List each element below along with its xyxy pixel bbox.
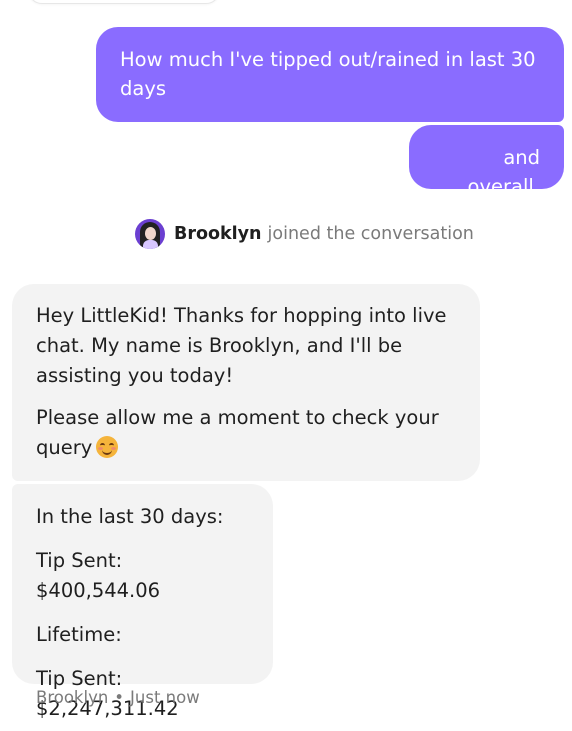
agent-message-paragraph: Please allow me a moment to check your q… [36, 403, 456, 463]
stats-line-lifetime-label: Lifetime: [36, 623, 122, 646]
meta-separator: • [114, 688, 125, 707]
message-meta: Brooklyn • Just now [36, 688, 200, 707]
user-message-bubble: How much I've tipped out/rained in last … [96, 27, 564, 122]
user-message-text: and overall. [467, 146, 540, 198]
smiling-face-emoji-icon [96, 436, 119, 458]
joined-text: joined the conversation [267, 224, 474, 244]
stats-line-period: In the last 30 days: [36, 505, 224, 528]
agent-message-bubble: In the last 30 days: Tip Sent: $400,544.… [12, 484, 273, 720]
agent-message-bubble: Hey LittleKid! Thanks for hopping into l… [12, 284, 480, 481]
agent-avatar [135, 219, 165, 249]
previous-message-bubble [28, 0, 220, 4]
agent-joined-notice: Brooklyn joined the conversation [135, 218, 474, 250]
meta-timestamp: Just now [130, 688, 200, 707]
agent-name: Brooklyn [174, 224, 262, 244]
agent-message-paragraph: Hey LittleKid! Thanks for hopping into l… [36, 304, 447, 387]
user-message-bubble: and overall. [409, 125, 564, 198]
user-message-text: How much I've tipped out/rained in last … [120, 48, 536, 100]
stats-line-tip-30-days: Tip Sent: $400,544.06 [36, 549, 161, 602]
meta-sender: Brooklyn [36, 688, 109, 707]
